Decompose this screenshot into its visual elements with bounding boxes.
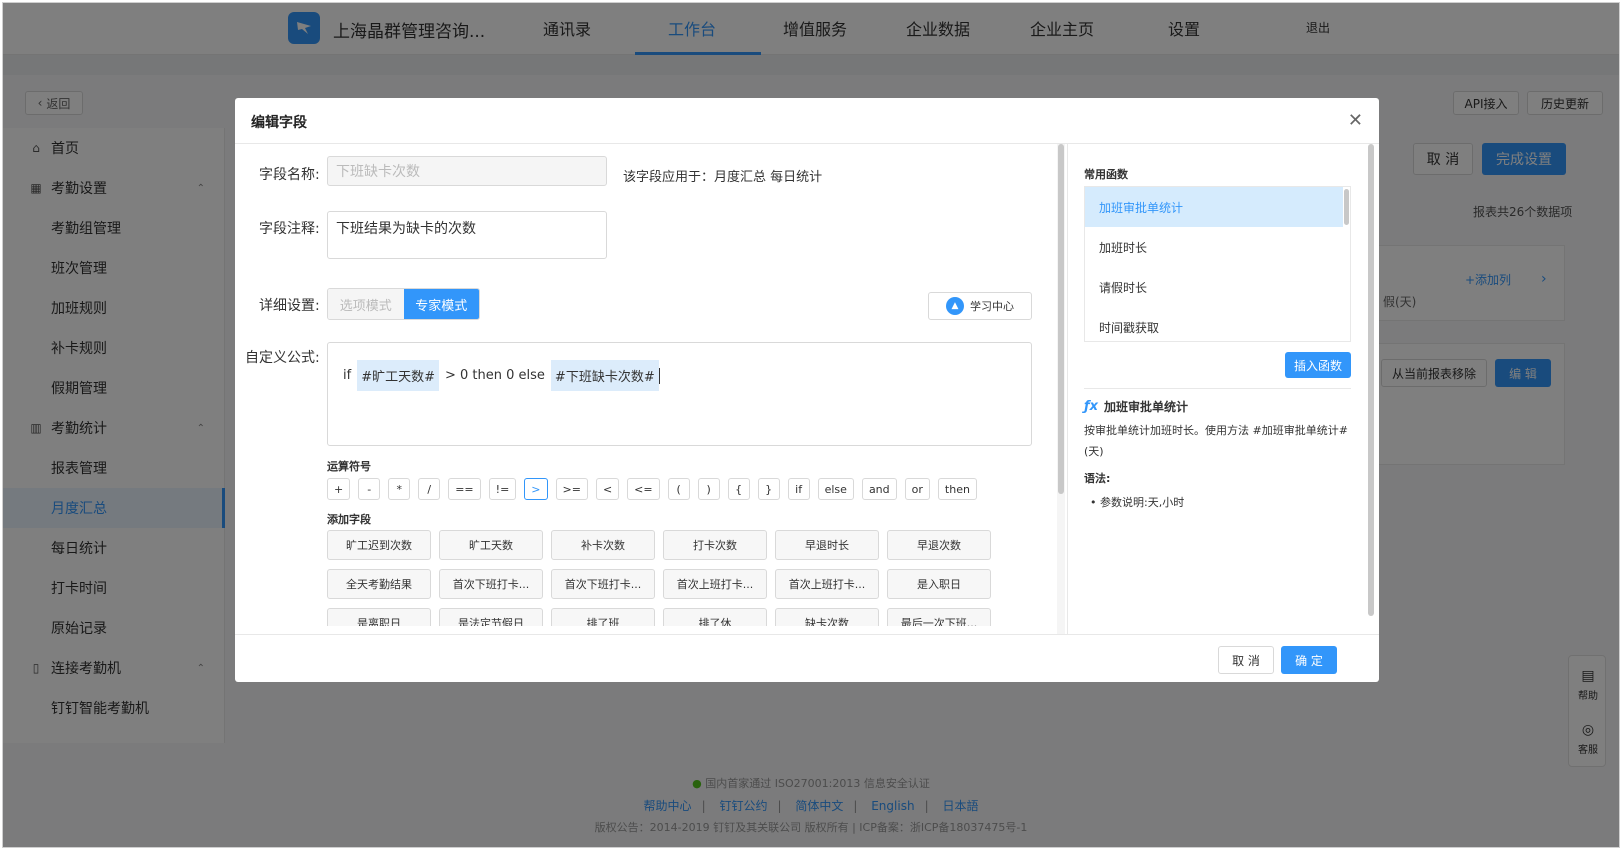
formula-content: if #旷工天数# > 0 then 0 else #下班缺卡次数# [343,360,660,391]
field-chip[interactable]: 是离职日 [327,608,431,626]
field-chip[interactable]: 最后一次下班... [887,608,991,626]
field-chip[interactable]: 早退时长 [775,530,879,560]
operator-button[interactable]: * [388,478,411,500]
operator-button[interactable]: < [595,478,620,500]
operator-button[interactable]: then [937,478,977,500]
panel-divider [1067,144,1068,634]
operator-button[interactable]: if [787,478,810,500]
field-chip[interactable]: 排了班 [551,608,655,626]
edit-field-dialog: 编辑字段 ✕ 字段名称: 下班缺卡次数 该字段应用于：月度汇总 每日统计 字段注… [235,98,1379,682]
field-chip[interactable]: 缺卡次数 [775,608,879,626]
field-chip[interactable]: 首次上班打卡... [663,569,767,599]
operator-button[interactable]: or [904,478,930,500]
expert-mode-tab[interactable]: 专家模式 [403,289,479,319]
function-item[interactable]: 加班审批单统计 [1085,187,1343,227]
formula-editor[interactable]: if #旷工天数# > 0 then 0 else #下班缺卡次数# [327,342,1032,446]
field-chip[interactable]: 排了休 [663,608,767,626]
formula-field-token[interactable]: #旷工天数# [357,360,439,391]
formula-field-token[interactable]: #下班缺卡次数# [550,360,659,391]
detail-setting-label: 详细设置: [259,298,320,314]
operator-button[interactable]: > [524,478,548,500]
function-list-scrollbar[interactable] [1344,189,1349,225]
function-divider [1084,388,1351,389]
operator-button[interactable]: / [418,478,441,500]
operator-button[interactable]: != [488,478,517,500]
operator-button[interactable]: and [861,478,897,500]
field-chip[interactable]: 是法定节假日 [439,608,543,626]
dialog-footer-divider [235,634,1379,635]
field-name-label: 字段名称: [259,167,320,183]
fx-icon: ƒx [1084,399,1099,414]
dialog-title: 编辑字段 [251,115,307,131]
graduation-cap-icon: ▲ [946,297,964,315]
operator-button[interactable]: { [727,478,750,500]
app-window: 上海晶群管理咨询... 通讯录 工作台 增值服务 企业数据 企业主页 设置 退出… [2,2,1620,848]
function-list: 加班审批单统计 加班时长 请假时长 时间戳获取 [1084,186,1351,342]
dialog-cancel-button[interactable]: 取 消 [1218,646,1274,674]
field-chip[interactable]: 首次上班打卡... [775,569,879,599]
applies-to-text: 该字段应用于：月度汇总 每日统计 [623,170,823,185]
operator-button[interactable]: <= [627,478,660,500]
function-item[interactable]: 请假时长 [1085,267,1343,307]
operator-button[interactable]: == [448,478,481,500]
learning-center-button[interactable]: ▲ 学习中心 [928,292,1032,320]
operator-button[interactable]: } [757,478,780,500]
operator-bar: + - * / == != > >= < <= () {} if else and or then [327,478,977,500]
formula-expression: > 0 then 0 else [445,368,545,383]
left-scrollbar[interactable] [1058,144,1064,494]
field-chip[interactable]: 是入职日 [887,569,991,599]
field-grid: 旷工迟到次数 旷工天数 补卡次数 打卡次数 早退时长 早退次数 全天考勤结果 首次下班打卡..… [327,530,1027,626]
field-name-input[interactable]: 下班缺卡次数 [327,156,607,186]
function-item[interactable]: 时间戳获取 [1085,307,1343,341]
field-note-textarea[interactable]: 下班结果为缺卡的次数 [327,211,607,259]
text-cursor [658,367,660,384]
field-chip[interactable]: 早退次数 [887,530,991,560]
operator-button[interactable]: else [817,478,854,500]
function-name: ƒx 加班审批单统计 [1084,398,1188,415]
field-chip[interactable]: 首次下班打卡... [439,569,543,599]
field-chip[interactable]: 补卡次数 [551,530,655,560]
field-chip[interactable]: 全天考勤结果 [327,569,431,599]
add-field-title: 添加字段 [327,513,371,526]
dialog-header-divider [235,143,1379,144]
field-chip[interactable]: 打卡次数 [663,530,767,560]
field-chip[interactable]: 首次下班打卡... [551,569,655,599]
right-scrollbar[interactable] [1368,144,1374,616]
field-chip[interactable]: 旷工天数 [439,530,543,560]
param-description: • 参数说明:天,小时 [1090,494,1184,510]
functions-title: 常用函数 [1084,168,1128,181]
formula-label: 自定义公式: [245,350,320,366]
param-text: 参数说明:天,小时 [1100,496,1185,509]
insert-function-button[interactable]: 插入函数 [1285,352,1351,378]
close-icon[interactable]: ✕ [1348,110,1363,131]
bullet-icon: • [1090,496,1097,509]
operator-button[interactable]: ) [697,478,720,500]
field-chip[interactable]: 旷工迟到次数 [327,530,431,560]
function-name-text: 加班审批单统计 [1104,400,1189,414]
operator-button[interactable]: - [358,478,381,500]
function-item[interactable]: 加班时长 [1085,227,1343,267]
mode-switch: 选项模式 专家模式 [327,288,480,320]
operators-title: 运算符号 [327,460,371,473]
function-description: 按审批单统计加班时长。使用方法 #加班审批单统计#(天) [1084,424,1348,458]
syntax-label: 语法: [1084,472,1111,485]
learning-center-label: 学习中心 [970,300,1014,313]
dialog-confirm-button[interactable]: 确 定 [1281,646,1337,674]
operator-button[interactable]: + [327,478,351,500]
option-mode-tab[interactable]: 选项模式 [328,289,404,319]
operator-button[interactable]: >= [555,478,588,500]
field-note-label: 字段注释: [259,221,320,237]
operator-button[interactable]: ( [667,478,690,500]
formula-keyword: if [343,368,352,383]
